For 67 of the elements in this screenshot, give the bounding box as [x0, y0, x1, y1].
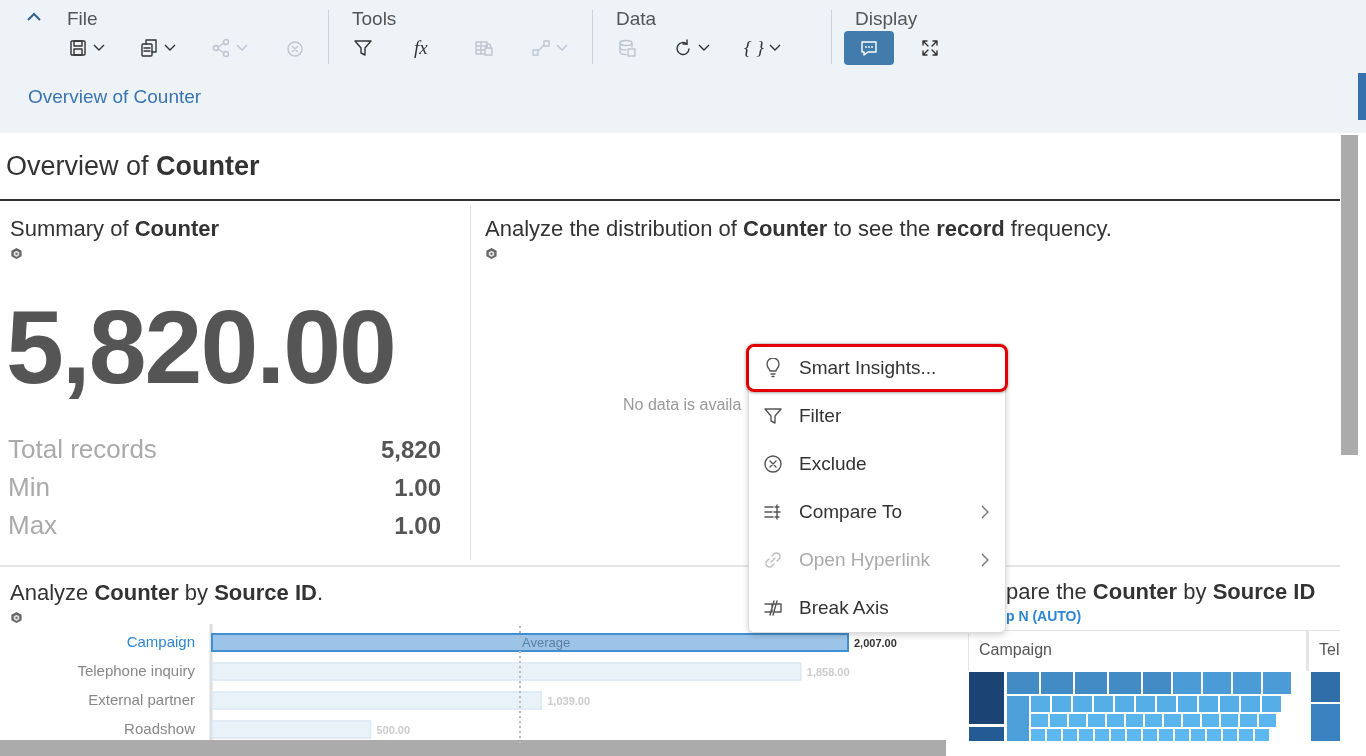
- scrollbar[interactable]: [0, 740, 946, 756]
- collapse-icon[interactable]: [25, 12, 42, 22]
- breadcrumb-link[interactable]: Overview of Counter: [28, 86, 202, 107]
- treemap-header: Campaign: [979, 641, 1052, 658]
- link-icon: [763, 550, 783, 570]
- cube-icon: [10, 247, 23, 260]
- treemap-header: Tel: [1319, 641, 1340, 658]
- lightbulb-icon: [763, 358, 783, 378]
- database-icon: [617, 38, 637, 58]
- category-label[interactable]: External partner: [88, 691, 195, 708]
- tile-title: Analyze the distribution of Counter to see the record frequency.: [485, 215, 1113, 243]
- stat-label: Total records: [8, 434, 157, 465]
- braces-button[interactable]: { }: [743, 31, 807, 65]
- save-icon: [68, 38, 88, 58]
- category-label[interactable]: Telephone inquiry: [77, 662, 195, 679]
- menu-item[interactable]: Smart Insights...: [746, 344, 1008, 392]
- toolbar-group-label: Tools: [352, 7, 398, 31]
- menu-item[interactable]: Exclude: [746, 440, 1008, 488]
- scroll-thumb[interactable]: [1358, 73, 1366, 120]
- caret-icon: [93, 44, 105, 52]
- menu-item[interactable]: Filter: [746, 392, 1008, 440]
- menu-item[interactable]: Break Axis: [746, 584, 1008, 632]
- stat-value: 1.00: [394, 512, 441, 540]
- refresh-icon: [673, 38, 693, 58]
- compare-icon: [763, 502, 783, 522]
- stat-label: Min: [8, 472, 50, 503]
- bar[interactable]: [211, 633, 849, 652]
- caret-icon: [556, 44, 568, 52]
- menu-item[interactable]: Compare To: [746, 488, 1008, 536]
- formula-button[interactable]: fx: [413, 31, 473, 65]
- copy-icon: [139, 38, 159, 58]
- kpi-value: 5,820.00: [6, 288, 396, 406]
- reference-label: Average: [522, 635, 571, 650]
- caret-icon: [236, 44, 248, 52]
- ranking-label: p N (AUTO): [1006, 608, 1082, 624]
- toolbar-group-label: File: [67, 7, 99, 31]
- treemap-drawing[interactable]: [969, 672, 1340, 741]
- fullscreen-icon: [920, 38, 940, 58]
- category-label[interactable]: Campaign: [126, 633, 195, 650]
- toolbar-group-label: Display: [855, 7, 919, 31]
- comment-button[interactable]: [844, 31, 894, 65]
- tile-title: Analyze Counter by Source ID.: [10, 579, 324, 607]
- caret-icon: [768, 44, 781, 52]
- stat-value: 5,820: [380, 436, 441, 464]
- caret-icon: [698, 44, 710, 52]
- tile-title: Summary of Counter: [10, 215, 221, 243]
- scrollbar[interactable]: [1341, 135, 1358, 455]
- empty-message: No data is availa: [623, 396, 742, 413]
- stat-label: Max: [8, 510, 58, 541]
- circle-x-icon: [285, 38, 305, 58]
- cube-icon: [10, 611, 23, 624]
- tile-title: pare the Counter by Source ID: [1005, 578, 1317, 606]
- node-chart-icon: [531, 38, 551, 58]
- comment-icon: [859, 38, 879, 58]
- break-axis-icon: [763, 598, 783, 618]
- circle-x-icon: [763, 454, 783, 474]
- filter-icon: [763, 406, 783, 426]
- value-label: 2,007.00: [854, 637, 897, 649]
- caret-icon: [164, 44, 176, 52]
- filter-icon: [353, 38, 373, 58]
- cube-icon: [485, 247, 498, 260]
- category-label[interactable]: Roadshow: [124, 720, 195, 737]
- toolbar-group-label: Data: [616, 7, 658, 31]
- share-icon: [211, 38, 231, 58]
- stat-value: 1.00: [394, 474, 441, 502]
- page-title: Overview of Counter: [0, 133, 1340, 201]
- table-lock-icon: [474, 38, 494, 58]
